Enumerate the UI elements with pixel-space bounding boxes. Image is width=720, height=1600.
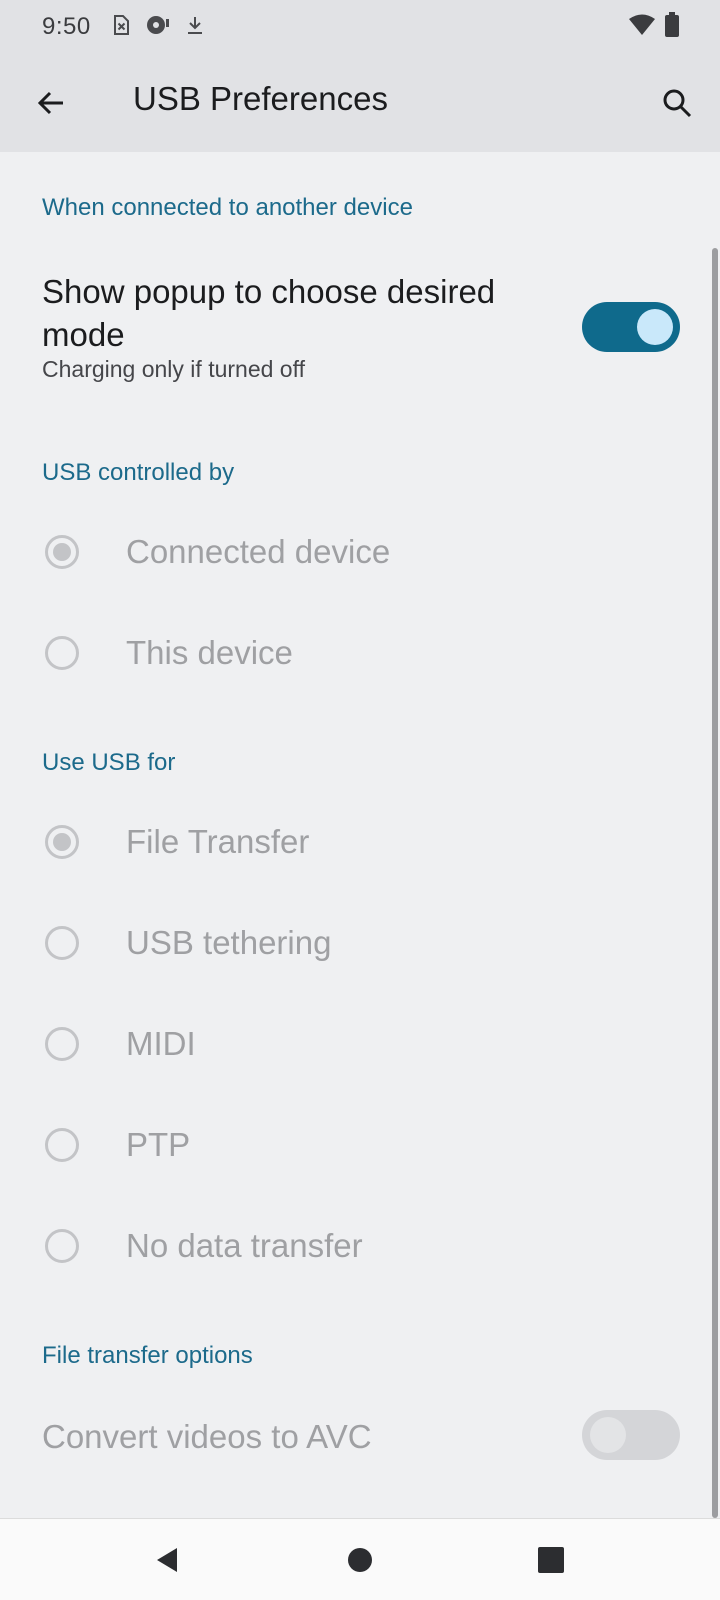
- nav-back-button[interactable]: [144, 1537, 190, 1583]
- popup-toggle-switch[interactable]: [582, 302, 680, 352]
- sim-error-icon: [111, 14, 131, 41]
- nav-home-button[interactable]: [337, 1537, 383, 1583]
- section-header-connected: When connected to another device: [42, 194, 413, 221]
- radio-label: This device: [126, 634, 293, 671]
- radio-option-ptp[interactable]: PTP: [0, 1095, 710, 1195]
- search-icon: [663, 89, 692, 118]
- status-icons-right: [628, 11, 680, 43]
- radio-label: PTP: [126, 1126, 191, 1163]
- status-time: 9:50: [42, 13, 91, 40]
- radio-button[interactable]: [45, 1229, 79, 1263]
- download-icon: [185, 14, 205, 41]
- radio-option-file-transfer[interactable]: File Transfer: [0, 792, 710, 892]
- radio-button[interactable]: [45, 1027, 79, 1061]
- nav-home-icon: [348, 1548, 372, 1572]
- search-button[interactable]: [652, 78, 702, 128]
- section-header-use-usb-for: Use USB for: [42, 749, 176, 776]
- popup-preference-summary: Charging only if turned off: [42, 356, 305, 382]
- radio-label: No data transfer: [126, 1227, 363, 1264]
- back-button[interactable]: [26, 78, 76, 128]
- radio-option-midi[interactable]: MIDI: [0, 994, 710, 1094]
- radio-button[interactable]: [45, 1128, 79, 1162]
- radio-button[interactable]: [45, 535, 79, 569]
- section-header-file-transfer-options: File transfer options: [42, 1342, 253, 1369]
- radio-option-usb-tethering[interactable]: USB tethering: [0, 893, 710, 993]
- radio-option-connected-device[interactable]: Connected device: [0, 502, 710, 602]
- radio-button[interactable]: [45, 636, 79, 670]
- radio-label: USB tethering: [126, 924, 332, 961]
- convert-avc-toggle-switch[interactable]: [582, 1410, 680, 1460]
- toggle-knob: [590, 1417, 626, 1453]
- nav-back-icon: [157, 1548, 177, 1572]
- radio-label: MIDI: [126, 1025, 196, 1062]
- arrow-back-icon: [37, 91, 63, 115]
- section-header-controlled-by: USB controlled by: [42, 459, 235, 486]
- radio-label: File Transfer: [126, 823, 310, 860]
- navigation-bar: [0, 1518, 720, 1600]
- scrollbar[interactable]: [712, 248, 718, 1518]
- preferences-list[interactable]: When connected to another device Show po…: [0, 152, 720, 1518]
- page-title: USB Preferences: [133, 80, 388, 117]
- popup-preference-title: Show popup to choose desired mode: [42, 273, 496, 353]
- radio-button[interactable]: [45, 926, 79, 960]
- radio-option-this-device[interactable]: This device: [0, 603, 710, 703]
- status-icons-left: [111, 14, 205, 41]
- toggle-knob: [637, 309, 673, 345]
- nav-recents-icon: [538, 1547, 564, 1573]
- wifi-icon: [628, 13, 656, 42]
- radio-button[interactable]: [45, 825, 79, 859]
- convert-avc-title: Convert videos to AVC: [42, 1418, 372, 1455]
- radio-option-no-data-transfer[interactable]: No data transfer: [0, 1196, 710, 1296]
- battery-icon: [664, 11, 680, 43]
- status-bar: 9:50: [0, 0, 720, 54]
- radio-label: Connected device: [126, 533, 391, 570]
- app-bar: USB Preferences: [0, 54, 720, 152]
- nav-recents-button[interactable]: [528, 1537, 574, 1583]
- media-icon: [145, 14, 171, 41]
